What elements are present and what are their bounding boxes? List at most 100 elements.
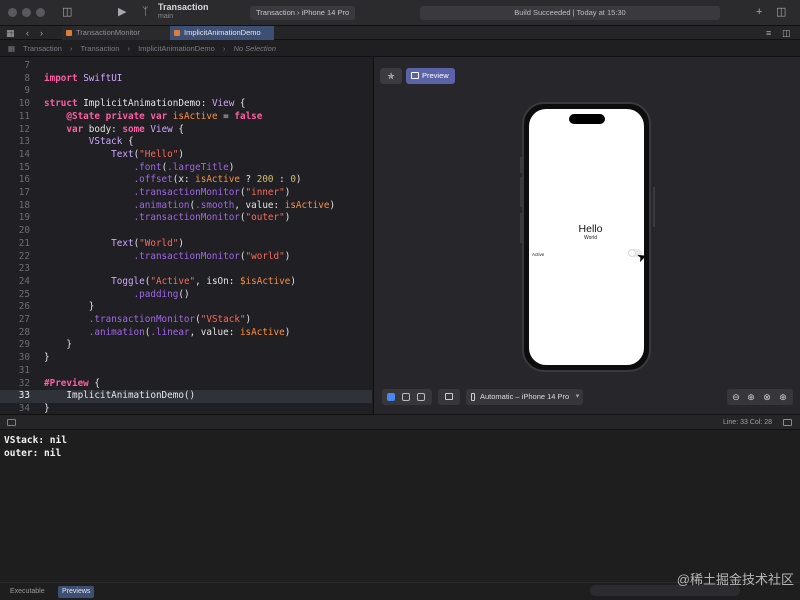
- code-line[interactable]: 16 .offset(x: isActive ? 200 : 0): [0, 174, 372, 187]
- toolbar: ◫ ▶ ᛉ Transaction main Transaction › iPh…: [0, 0, 800, 26]
- code-line[interactable]: 21 Text("World"): [0, 238, 372, 251]
- phone-screen: Hello World Active: [529, 109, 644, 365]
- zoom-in-icon[interactable]: ⊕: [776, 390, 790, 404]
- line-number: 28: [18, 326, 30, 338]
- executable-tab[interactable]: Executable: [6, 586, 49, 598]
- line-number: 33: [18, 390, 30, 402]
- code-line[interactable]: 17 .transactionMonitor("inner"): [0, 187, 372, 200]
- run-destination[interactable]: Transaction › iPhone 14 Pro: [250, 6, 356, 20]
- code-line[interactable]: 28 .animation(.linear, value: isActive): [0, 327, 372, 340]
- code-line[interactable]: 33 ImplicitAnimationDemo(): [0, 390, 372, 403]
- code-line[interactable]: 14 Text("Hello"): [0, 149, 372, 162]
- zoom-actual-icon[interactable]: ⊕: [744, 390, 758, 404]
- code-text: }: [44, 352, 50, 364]
- zoom-controls: ⊖ ⊕ ⊗ ⊕: [727, 389, 793, 405]
- toggle-knob: [629, 250, 635, 256]
- breadcrumb: ▦ Transaction › Transaction › ImplicitAn…: [0, 40, 800, 57]
- breadcrumb-project[interactable]: Transaction: [23, 44, 62, 53]
- library-add-icon[interactable]: +: [756, 5, 762, 20]
- code-editor[interactable]: 7 8 import SwiftUI 9 10 struct ImplicitAnimat…: [0, 57, 372, 414]
- tab-transaction-monitor[interactable]: TransactionMonitor: [62, 26, 170, 40]
- code-line[interactable]: 27 .transactionMonitor("VStack"): [0, 314, 372, 327]
- chevron-right-icon: ›: [70, 44, 73, 53]
- code-text: }: [44, 301, 95, 313]
- variants-mode-icon[interactable]: [417, 393, 425, 401]
- minimize-window-button[interactable]: [22, 8, 31, 17]
- code-line[interactable]: 18 .animation(.smooth, value: isActive): [0, 200, 372, 213]
- grid-icon[interactable]: ▦: [6, 26, 15, 41]
- code-line[interactable]: 15 .font(.largeTitle): [0, 162, 372, 175]
- selectable-mode-icon[interactable]: [402, 393, 410, 401]
- code-line[interactable]: 22 .transactionMonitor("world"): [0, 251, 372, 264]
- breadcrumb-file[interactable]: ImplicitAnimationDemo: [138, 44, 215, 53]
- iphone-frame: Hello World Active: [522, 102, 651, 372]
- tab-label: TransactionMonitor: [76, 28, 140, 37]
- device-selector-label: Automatic – iPhone 14 Pro: [480, 392, 570, 401]
- code-line[interactable]: 13 VStack {: [0, 136, 372, 149]
- code-text: .padding(): [133, 288, 190, 300]
- line-number: 18: [18, 199, 30, 211]
- live-mode-icon[interactable]: [387, 393, 395, 401]
- device-settings-icon: [445, 393, 453, 400]
- code-line[interactable]: 20: [0, 225, 372, 238]
- zoom-out-icon[interactable]: ⊖: [729, 390, 743, 404]
- code-line[interactable]: 11 @State private var isActive = false: [0, 111, 372, 124]
- code-line[interactable]: 31: [0, 365, 372, 378]
- code-text: import SwiftUI: [44, 72, 123, 84]
- grid-icon[interactable]: ▦: [8, 44, 15, 53]
- split-editor-icon[interactable]: ◫: [782, 26, 791, 41]
- inspector-toggle-icon[interactable]: ◫: [776, 5, 786, 20]
- code-line[interactable]: 34}: [0, 403, 372, 414]
- code-line[interactable]: 32 #Preview {: [0, 378, 372, 391]
- device-selector[interactable]: Automatic – iPhone 14 Pro: [466, 389, 584, 405]
- code-line[interactable]: 23: [0, 263, 372, 276]
- code-line[interactable]: 29 }: [0, 339, 372, 352]
- pin-icon[interactable]: ✯: [380, 68, 402, 84]
- tab-implicit-animation-demo[interactable]: ImplicitAnimationDemo: [170, 26, 274, 40]
- debug-area-toggle-icon[interactable]: [7, 419, 16, 426]
- code-line[interactable]: 24 Toggle("Active", isOn: $isActive): [0, 276, 372, 289]
- line-number: 21: [18, 237, 30, 249]
- zoom-fit-icon[interactable]: ⊗: [760, 390, 774, 404]
- code-line[interactable]: 8 import SwiftUI: [0, 73, 372, 86]
- code-text: .animation(.smooth, value: isActive): [133, 199, 336, 211]
- code-text: .font(.largeTitle): [133, 161, 235, 173]
- code-line[interactable]: 9: [0, 85, 372, 98]
- code-text: var body: some View {: [66, 123, 184, 135]
- preview-button[interactable]: Preview: [406, 68, 455, 84]
- phone-side-button: [653, 187, 655, 227]
- code-line[interactable]: 30}: [0, 352, 372, 365]
- console-line: VStack: nil: [4, 435, 67, 446]
- dynamic-island: [569, 114, 605, 124]
- code-line[interactable]: 7: [0, 60, 372, 73]
- code-text: ImplicitAnimationDemo(): [44, 390, 196, 402]
- forward-icon[interactable]: ›: [40, 26, 43, 41]
- variables-toggle-icon[interactable]: [783, 419, 792, 426]
- zoom-window-button[interactable]: [36, 8, 45, 17]
- line-number: 31: [18, 364, 30, 376]
- run-icon[interactable]: ▶: [118, 5, 126, 20]
- console-output[interactable]: VStack: nil outer: nil: [0, 430, 800, 582]
- line-number: 16: [18, 174, 30, 186]
- code-text: }: [44, 402, 50, 414]
- swift-file-icon: [66, 30, 72, 36]
- code-line[interactable]: 19 .transactionMonitor("outer"): [0, 212, 372, 225]
- code-line[interactable]: 10 struct ImplicitAnimationDemo: View {: [0, 98, 372, 111]
- add-editor-icon[interactable]: ≡: [766, 26, 771, 41]
- tab-label: ImplicitAnimationDemo: [184, 28, 261, 37]
- device-settings-button[interactable]: [438, 389, 460, 405]
- line-number: 25: [18, 288, 30, 300]
- breadcrumb-group[interactable]: Transaction: [81, 44, 120, 53]
- line-number: 9: [24, 85, 30, 97]
- previews-tab[interactable]: Previews: [58, 586, 95, 598]
- scheme-title[interactable]: Transaction: [158, 2, 209, 12]
- back-icon[interactable]: ‹: [26, 26, 29, 41]
- code-line[interactable]: 25 .padding(): [0, 289, 372, 302]
- close-window-button[interactable]: [8, 8, 17, 17]
- breadcrumb-selection[interactable]: No Selection: [233, 44, 276, 53]
- code-line[interactable]: 26 }: [0, 301, 372, 314]
- sidebar-toggle-icon[interactable]: ◫: [62, 5, 72, 20]
- code-text: VStack {: [88, 136, 134, 148]
- code-line[interactable]: 12 var body: some View {: [0, 124, 372, 137]
- line-number: 24: [18, 275, 30, 287]
